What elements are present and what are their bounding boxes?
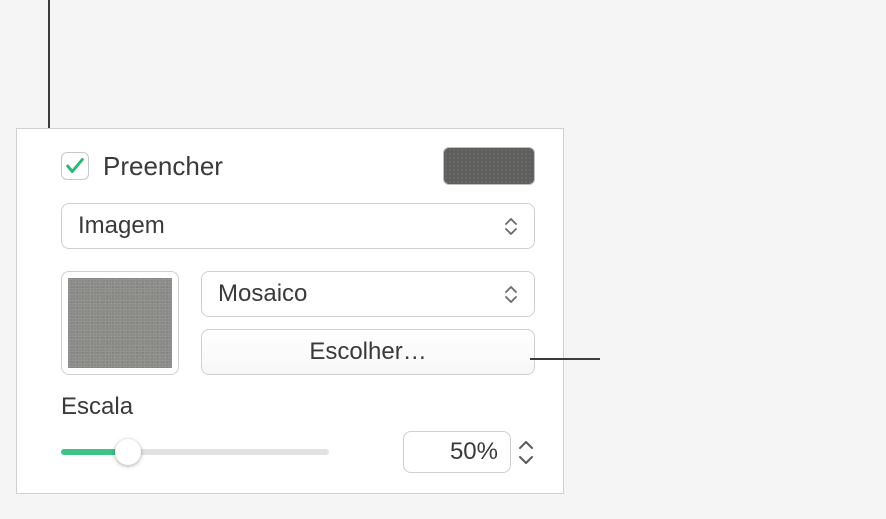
scale-value-text: 50%	[450, 438, 498, 466]
fill-label: Preencher	[103, 151, 223, 182]
image-mode-dropdown[interactable]: Mosaico	[201, 271, 535, 317]
scale-row: 50%	[61, 431, 535, 473]
image-well[interactable]	[61, 271, 179, 375]
stepper-up-icon[interactable]	[517, 439, 535, 451]
scale-stepper	[517, 439, 535, 466]
fill-header-row: Preencher	[61, 147, 535, 185]
fill-type-value: Imagem	[78, 212, 165, 240]
callout-line	[530, 358, 600, 360]
choose-button-label: Escolher…	[309, 338, 426, 366]
chevron-updown-icon	[504, 286, 518, 303]
fill-type-dropdown[interactable]: Imagem	[61, 203, 535, 249]
choose-image-button[interactable]: Escolher…	[201, 329, 535, 375]
image-thumbnail	[68, 278, 172, 368]
fill-inspector-panel: Preencher Imagem Mosaico Escolher…	[16, 128, 564, 494]
stepper-down-icon[interactable]	[517, 454, 535, 466]
image-options-column: Mosaico Escolher…	[201, 271, 535, 375]
slider-thumb[interactable]	[115, 439, 141, 465]
fill-checkbox-group: Preencher	[61, 151, 223, 182]
fill-color-swatch[interactable]	[443, 147, 535, 185]
fill-checkbox[interactable]	[61, 152, 89, 180]
scale-value-field[interactable]: 50%	[403, 431, 511, 473]
checkmark-icon	[64, 155, 86, 177]
scale-label: Escala	[61, 393, 535, 421]
scale-slider[interactable]	[61, 438, 329, 466]
image-fill-row: Mosaico Escolher…	[61, 271, 535, 375]
scale-value-group: 50%	[403, 431, 535, 473]
image-mode-value: Mosaico	[218, 280, 307, 308]
chevron-updown-icon	[504, 218, 518, 235]
